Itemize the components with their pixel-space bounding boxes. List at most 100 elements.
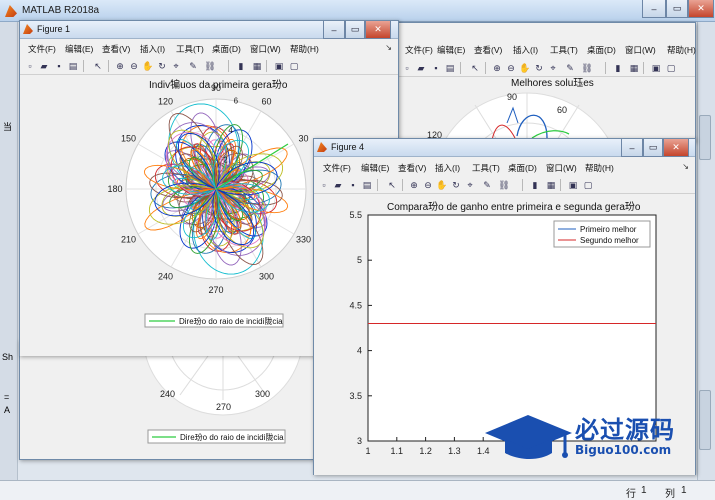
menu-item-file[interactable]: 文件(F)	[323, 162, 351, 174]
save-icon[interactable]: ▪	[347, 179, 359, 191]
scrollbar-thumb[interactable]	[699, 115, 711, 160]
menu-dock-arrow-icon[interactable]: ↘	[682, 162, 689, 171]
data-cursor-icon[interactable]: ⌖	[547, 62, 559, 74]
minimize-icon[interactable]: –	[642, 0, 666, 18]
angle-label: 120	[158, 97, 173, 107]
pointer-icon[interactable]: ↖	[469, 62, 481, 74]
zoom-in-icon[interactable]: ⊕	[491, 62, 503, 74]
menu-item-tools[interactable]: 工具(T)	[550, 44, 578, 56]
side-letter: =	[4, 392, 10, 402]
figure-window-controls: – ▭ ✕	[621, 139, 689, 157]
legend-icon[interactable]: ▦	[251, 60, 263, 72]
figure-window-behind-lower[interactable]: 240 270 300 Dire玢o do raio de incidi陇cia	[19, 254, 315, 460]
zoom-out-icon[interactable]: ⊖	[505, 62, 517, 74]
minimize-icon[interactable]: –	[323, 21, 345, 39]
rotate-icon[interactable]: ↻	[156, 60, 168, 72]
menu-item-file[interactable]: 文件(F)	[28, 43, 56, 55]
rotate-icon[interactable]: ↻	[450, 179, 462, 191]
menu-item-help[interactable]: 帮助(H)	[585, 162, 614, 174]
new-file-icon[interactable]: ▫	[318, 179, 330, 191]
data-cursor-icon[interactable]: ⌖	[464, 179, 476, 191]
scrollbar-thumb[interactable]	[699, 390, 711, 450]
new-file-icon[interactable]: ▫	[24, 60, 36, 72]
legend-icon[interactable]: ▦	[628, 62, 640, 74]
menu-item-file[interactable]: 文件(F)	[405, 44, 433, 56]
colorbar-icon[interactable]: ▮	[612, 62, 624, 74]
zoom-out-icon[interactable]: ⊖	[128, 60, 140, 72]
print-icon[interactable]: ▤	[67, 60, 79, 72]
zoom-in-icon[interactable]: ⊕	[408, 179, 420, 191]
link-plot-icon[interactable]: ⛓	[581, 62, 593, 74]
open-file-icon[interactable]: ▰	[332, 179, 344, 191]
menu-item-tools[interactable]: 工具(T)	[176, 43, 204, 55]
zoom-out-icon[interactable]: ⊖	[422, 179, 434, 191]
pan-icon[interactable]: ✋	[519, 62, 531, 74]
close-icon[interactable]: ✕	[365, 21, 391, 39]
print-icon[interactable]: ▤	[444, 62, 456, 74]
open-file-icon[interactable]: ▰	[38, 60, 50, 72]
link-plot-icon[interactable]: ⛓	[204, 60, 216, 72]
menu-item-view[interactable]: 查看(V)	[102, 43, 130, 55]
menu-item-window[interactable]: 窗口(W)	[546, 162, 577, 174]
menu-item-view[interactable]: 查看(V)	[474, 44, 502, 56]
show-plot-tools-icon[interactable]: ▢	[288, 60, 300, 72]
new-file-icon[interactable]: ▫	[401, 62, 413, 74]
pointer-icon[interactable]: ↖	[386, 179, 398, 191]
legend-icon[interactable]: ▦	[545, 179, 557, 191]
row-label: 行	[626, 489, 636, 500]
close-icon[interactable]: ✕	[663, 139, 689, 157]
menu-item-window[interactable]: 窗口(W)	[250, 43, 281, 55]
brush-icon[interactable]: ✎	[187, 60, 199, 72]
menu-item-insert[interactable]: 插入(I)	[513, 44, 538, 56]
show-plot-tools-icon[interactable]: ▢	[665, 62, 677, 74]
zoom-in-icon[interactable]: ⊕	[114, 60, 126, 72]
print-icon[interactable]: ▤	[361, 179, 373, 191]
save-icon[interactable]: ▪	[430, 62, 442, 74]
menu-item-view[interactable]: 查看(V)	[398, 162, 426, 174]
pan-icon[interactable]: ✋	[142, 60, 154, 72]
brush-icon[interactable]: ✎	[481, 179, 493, 191]
open-file-icon[interactable]: ▰	[415, 62, 427, 74]
menu-item-edit[interactable]: 编辑(E)	[361, 162, 389, 174]
close-icon[interactable]: ✕	[688, 0, 714, 18]
menu-dock-arrow-icon[interactable]: ↘	[385, 43, 392, 52]
colorbar-icon[interactable]: ▮	[529, 179, 541, 191]
menu-item-help[interactable]: 帮助(H)	[667, 44, 696, 56]
save-icon[interactable]: ▪	[53, 60, 65, 72]
maximize-icon[interactable]: ▭	[643, 139, 663, 157]
pointer-icon[interactable]: ↖	[92, 60, 104, 72]
data-cursor-icon[interactable]: ⌖	[170, 60, 182, 72]
menu-item-window[interactable]: 窗口(W)	[625, 44, 656, 56]
angle-label: 300	[259, 271, 274, 281]
menu-item-desktop[interactable]: 桌面(D)	[212, 43, 241, 55]
angle-label: 60	[557, 105, 567, 115]
menu-item-edit[interactable]: 编辑(E)	[65, 43, 93, 55]
link-plot-icon[interactable]: ⛓	[498, 179, 510, 191]
polar-plot-behind-lower: 240 270 300 Dire玢o do raio de incidi陇cia	[142, 254, 304, 444]
menu-item-insert[interactable]: 插入(I)	[140, 43, 165, 55]
y-tick-label: 4.5	[349, 300, 362, 310]
watermark-title: 必过源码	[575, 416, 675, 444]
show-plot-tools-icon[interactable]: ▢	[582, 179, 594, 191]
figure-window-behind[interactable]: 文件(F) 编辑(E) 查看(V) 插入(I) 工具(T) 桌面(D) 窗口(W…	[396, 22, 696, 284]
y-tick-label: 3.5	[349, 391, 362, 401]
brush-icon[interactable]: ✎	[564, 62, 576, 74]
angle-label: 210	[121, 235, 136, 245]
menu-item-edit[interactable]: 编辑(E)	[437, 44, 465, 56]
maximize-icon[interactable]: ▭	[666, 0, 688, 18]
menu-item-help[interactable]: 帮助(H)	[290, 43, 319, 55]
menu-item-desktop[interactable]: 桌面(D)	[508, 162, 537, 174]
colorbar-icon[interactable]: ▮	[235, 60, 247, 72]
hide-plot-tools-icon[interactable]: ▣	[567, 179, 579, 191]
hide-plot-tools-icon[interactable]: ▣	[650, 62, 662, 74]
rotate-icon[interactable]: ↻	[533, 62, 545, 74]
maximize-icon[interactable]: ▭	[345, 21, 365, 39]
y-tick-label: 5	[357, 255, 362, 265]
minimize-icon[interactable]: –	[621, 139, 643, 157]
menu-item-desktop[interactable]: 桌面(D)	[587, 44, 616, 56]
menu-item-tools[interactable]: 工具(T)	[472, 162, 500, 174]
pan-icon[interactable]: ✋	[436, 179, 448, 191]
menu-item-insert[interactable]: 插入(I)	[435, 162, 460, 174]
row-value: 1	[641, 485, 647, 496]
hide-plot-tools-icon[interactable]: ▣	[273, 60, 285, 72]
